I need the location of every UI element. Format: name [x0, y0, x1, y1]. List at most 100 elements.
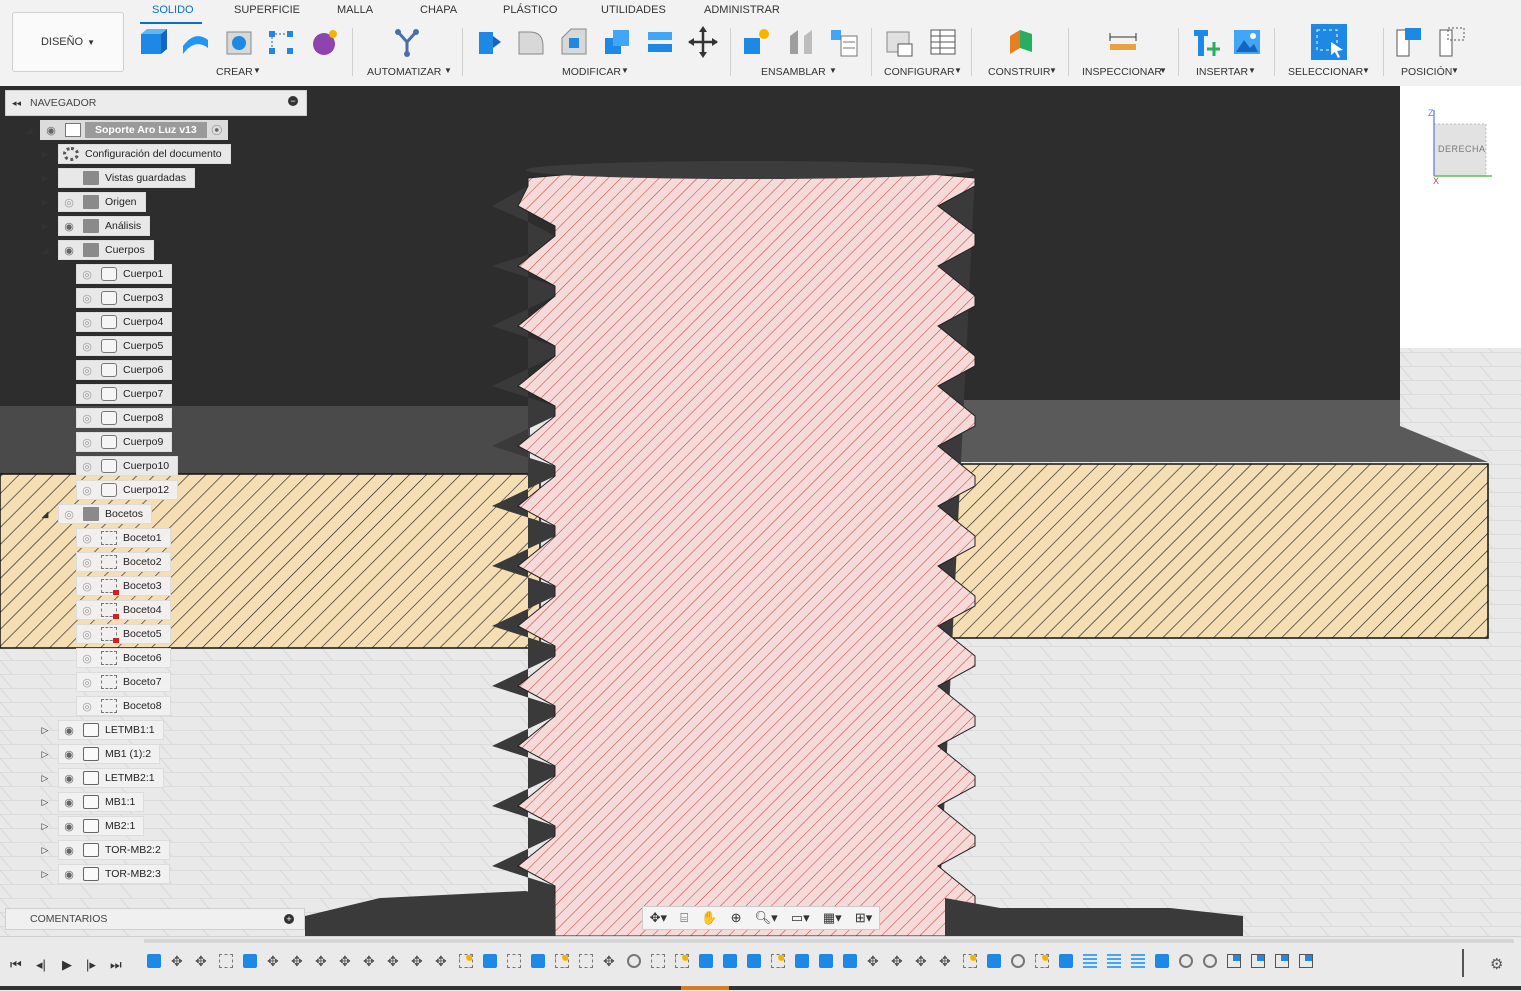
- expand-triangle-icon[interactable]: ▷: [40, 820, 50, 832]
- timeline-feature-body-icon[interactable]: [699, 954, 713, 968]
- go-to-start-icon[interactable]: ⏮: [10, 957, 22, 973]
- zoom-icon[interactable]: ⊕: [731, 910, 742, 926]
- insert-image-icon[interactable]: [1232, 26, 1262, 58]
- expand-triangle-icon[interactable]: ▶: [40, 148, 50, 160]
- expand-triangle-icon[interactable]: ▷: [40, 844, 50, 856]
- step-forward-icon[interactable]: |▸: [86, 957, 96, 973]
- insert-derive-icon[interactable]: [1190, 26, 1220, 58]
- look-at-icon[interactable]: ⌸: [680, 910, 688, 926]
- expand-triangle-icon[interactable]: ▷: [40, 796, 50, 808]
- group-label-seleccionar[interactable]: SELECCIONAR: [1288, 66, 1363, 78]
- eye-hidden-icon[interactable]: ◎: [77, 652, 97, 665]
- chamfer-icon[interactable]: [559, 26, 589, 58]
- eye-icon[interactable]: ◉: [59, 796, 79, 809]
- tab-superficie[interactable]: SUPERFICIE: [234, 4, 300, 16]
- eye-hidden-icon[interactable]: ◎: [77, 388, 97, 401]
- eye-hidden-icon[interactable]: ◎: [77, 604, 97, 617]
- timeline-feature-move-icon[interactable]: ✥: [291, 954, 305, 968]
- expand-triangle-icon[interactable]: ▷: [40, 748, 50, 760]
- timeline-feature-joint-icon[interactable]: [1011, 954, 1025, 968]
- timeline-feature-body-icon[interactable]: [531, 954, 545, 968]
- viewports-icon[interactable]: ⊞▾: [855, 910, 872, 926]
- timeline-feature-joint-icon[interactable]: [1203, 954, 1217, 968]
- expand-triangle-icon[interactable]: ▷: [40, 724, 50, 736]
- browser-item-sketch[interactable]: ◎ Boceto6: [76, 648, 171, 668]
- group-label-construir[interactable]: CONSTRUIR: [988, 66, 1050, 78]
- browser-item-body[interactable]: ◎ Cuerpo6: [76, 360, 173, 380]
- play-icon[interactable]: ▶: [62, 957, 72, 973]
- new-sketch-extrude-icon[interactable]: [137, 26, 167, 58]
- eye-icon[interactable]: ◉: [59, 844, 79, 857]
- collapse-triangle-icon[interactable]: ◢: [40, 508, 50, 520]
- measure-icon[interactable]: [1108, 26, 1138, 58]
- eye-hidden-icon[interactable]: ◎: [77, 292, 97, 305]
- timeline-feature-body-icon[interactable]: [795, 954, 809, 968]
- timeline-feature-sketch-new-icon[interactable]: [675, 954, 689, 968]
- tab-solido[interactable]: SOLIDO: [152, 4, 194, 16]
- tab-malla[interactable]: MALLA: [337, 4, 373, 16]
- timeline-feature-sketch-new-icon[interactable]: [555, 954, 569, 968]
- group-label-ensamblar[interactable]: ENSAMBLAR: [761, 66, 826, 78]
- group-label-modificar[interactable]: MODIFICAR: [562, 66, 621, 78]
- timeline-feature-move-icon[interactable]: ✥: [387, 954, 401, 968]
- expand-triangle-icon[interactable]: ▶: [40, 196, 50, 208]
- browser-item-bodies-folder[interactable]: ◉ Cuerpos: [58, 240, 154, 260]
- timeline-feature-body-icon[interactable]: [843, 954, 857, 968]
- group-label-configurar[interactable]: CONFIGURAR: [884, 66, 955, 78]
- revert-position-icon[interactable]: [1438, 26, 1468, 58]
- joint-icon[interactable]: [786, 26, 816, 58]
- eye-hidden-icon[interactable]: ◎: [77, 532, 97, 545]
- bill-of-materials-icon[interactable]: [828, 26, 858, 58]
- eye-icon[interactable]: ◉: [59, 748, 79, 761]
- eye-hidden-icon[interactable]: ◎: [77, 268, 97, 281]
- eye-hidden-icon[interactable]: ◎: [77, 484, 97, 497]
- configuration-table-icon[interactable]: [928, 26, 958, 58]
- browser-root[interactable]: ◉ Soporte Aro Luz v13 ⦿: [40, 120, 228, 140]
- timeline-feature-move-icon[interactable]: ✥: [603, 954, 617, 968]
- eye-hidden-icon[interactable]: ◎: [77, 580, 97, 593]
- group-label-posicion[interactable]: POSICIÓN: [1401, 66, 1452, 78]
- eye-hidden-icon[interactable]: ◎: [77, 460, 97, 473]
- minimize-panel-icon[interactable]: −: [288, 96, 298, 106]
- browser-item-component[interactable]: ◉ LETMB2:1: [58, 768, 164, 788]
- split-body-icon[interactable]: [645, 26, 675, 58]
- tab-utilidades[interactable]: UTILIDADES: [601, 4, 666, 16]
- timeline-marker[interactable]: [1462, 949, 1464, 977]
- eye-hidden-icon[interactable]: ◎: [77, 316, 97, 329]
- browser-item-body[interactable]: ◎ Cuerpo9: [76, 432, 173, 452]
- browser-item-sketches-folder[interactable]: ◎ Bocetos: [58, 504, 152, 524]
- browser-item-component[interactable]: ◉ TOR-MB2:2: [58, 840, 170, 860]
- timeline-feature-move-icon[interactable]: ✥: [267, 954, 281, 968]
- timeline-feature-position-icon[interactable]: [1299, 954, 1313, 968]
- orbit-icon[interactable]: ✥▾: [650, 910, 667, 926]
- browser-item-body[interactable]: ◎ Cuerpo8: [76, 408, 173, 428]
- browser-item-sketch[interactable]: ◎ Boceto4: [76, 600, 171, 620]
- timeline-feature-sketch-new-icon[interactable]: [963, 954, 977, 968]
- tab-administrar[interactable]: ADMINISTRAR: [704, 4, 780, 16]
- eye-icon[interactable]: ◉: [41, 124, 61, 137]
- browser-item-body[interactable]: ◎ Cuerpo7: [76, 384, 173, 404]
- tab-plastico[interactable]: PLÁSTICO: [503, 4, 557, 16]
- collapse-triangle-icon[interactable]: ◢: [24, 124, 34, 136]
- browser-item-sketch[interactable]: ◎ Boceto7: [76, 672, 171, 692]
- expand-triangle-icon[interactable]: ▶: [40, 172, 50, 184]
- canvas-viewport[interactable]: Z X DERECHA: [0, 86, 1521, 936]
- timeline-feature-sketch-icon[interactable]: [507, 954, 521, 968]
- pan-icon[interactable]: ✋: [701, 910, 717, 926]
- timeline-feature-move-icon[interactable]: ✥: [339, 954, 353, 968]
- eye-icon[interactable]: ◉: [59, 868, 79, 881]
- tab-chapa[interactable]: CHAPA: [420, 4, 457, 16]
- eye-icon[interactable]: ◉: [59, 724, 79, 737]
- timeline-feature-sketch-icon[interactable]: [579, 954, 593, 968]
- eye-icon[interactable]: ◉: [59, 772, 79, 785]
- hole-icon[interactable]: [224, 26, 254, 58]
- browser-item-body[interactable]: ◎ Cuerpo1: [76, 264, 173, 284]
- eye-icon[interactable]: ◉: [59, 220, 79, 233]
- form-icon[interactable]: [309, 26, 339, 58]
- eye-hidden-icon[interactable]: ◎: [77, 628, 97, 641]
- step-back-icon[interactable]: ◂|: [36, 957, 46, 973]
- timeline-feature-sketch-new-icon[interactable]: [1035, 954, 1049, 968]
- browser-item-body[interactable]: ◎ Cuerpo12: [76, 480, 179, 500]
- combine-icon[interactable]: [602, 26, 632, 58]
- timeline-feature-move-icon[interactable]: ✥: [915, 954, 929, 968]
